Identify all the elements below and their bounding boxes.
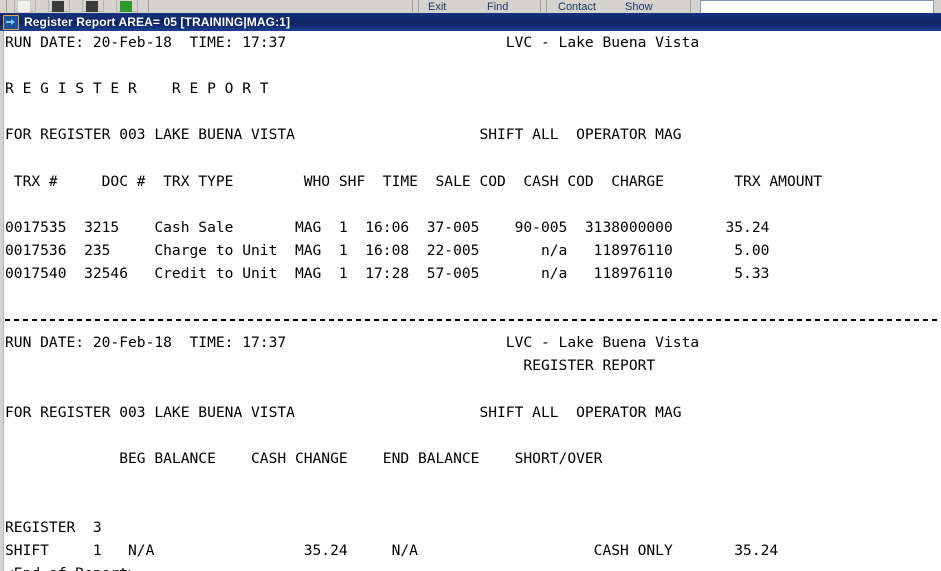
window-title-bar: Register Report AREA= 05 [TRAINING|MAG:1… bbox=[0, 13, 941, 31]
report-line-for-register-2: FOR REGISTER 003 LAKE BUENA VISTA SHIFT … bbox=[5, 403, 682, 421]
summary-column-headers: BEG BALANCE CASH CHANGE END BALANCE SHOR… bbox=[5, 449, 603, 467]
section-divider bbox=[5, 308, 941, 331]
report-line-run-date-2: RUN DATE: 20-Feb-18 TIME: 17:37 LVC - La… bbox=[5, 334, 700, 352]
stop-icon bbox=[52, 1, 64, 12]
check-icon bbox=[120, 1, 132, 12]
report-line-run-date-1: RUN DATE: 20-Feb-18 TIME: 17:37 LVC - La… bbox=[5, 34, 700, 51]
toolbar-separator bbox=[148, 0, 149, 12]
dashed-rule bbox=[5, 318, 941, 321]
window-title: Register Report AREA= 05 [TRAINING|MAG:1… bbox=[24, 15, 291, 29]
toolbar-separator bbox=[690, 0, 691, 12]
report-line-blank bbox=[5, 146, 941, 169]
report-line-blank bbox=[5, 285, 941, 308]
summary-row-register: REGISTER 3 bbox=[5, 518, 102, 536]
report-line-for-register-1: FOR REGISTER 003 LAKE BUENA VISTA SHIFT … bbox=[5, 126, 682, 144]
toolbar-separator bbox=[540, 0, 541, 12]
cursor-icon bbox=[18, 1, 30, 12]
register-report-window: Exit Find Contact Show Register Report A… bbox=[0, 0, 941, 571]
application-toolbar: Exit Find Contact Show bbox=[0, 0, 941, 14]
toolbar-show-label[interactable]: Show bbox=[625, 1, 653, 13]
report-column-headers: TRX # DOC # TRX TYPE WHO SHF TIME SALE C… bbox=[5, 172, 823, 190]
report-title-summary: REGISTER REPORT bbox=[5, 357, 656, 375]
summary-row-shift: SHIFT 1 N/A 35.24 N/A CASH ONLY 35.24 bbox=[5, 542, 779, 560]
end-of-report-marker: <End of Report> bbox=[5, 562, 941, 571]
report-line-blank bbox=[5, 424, 941, 447]
table-row: 0017536 235 Charge to Unit MAG 1 16:08 2… bbox=[5, 241, 770, 259]
toolbar-separator bbox=[412, 0, 413, 12]
toolbar-separator bbox=[418, 0, 419, 12]
toolbar-exit-label[interactable]: Exit bbox=[428, 1, 446, 13]
toolbar-find-label[interactable]: Find bbox=[487, 1, 508, 13]
register-report-window-icon bbox=[3, 14, 19, 30]
toolbar-separator bbox=[546, 0, 547, 12]
report-title-spaced: R E G I S T E R R E P O R T bbox=[5, 80, 269, 98]
table-row: 0017535 3215 Cash Sale MAG 1 16:06 37-00… bbox=[5, 218, 770, 236]
window-left-border bbox=[0, 31, 4, 571]
report-line-blank bbox=[5, 377, 941, 400]
pause-icon bbox=[86, 1, 98, 12]
report-line-blank bbox=[5, 100, 941, 123]
report-line-blank bbox=[5, 193, 941, 216]
report-text-area[interactable]: RUN DATE: 20-Feb-18 TIME: 17:37 LVC - La… bbox=[5, 31, 941, 571]
toolbar-search-field[interactable] bbox=[700, 0, 934, 13]
toolbar-contact-label[interactable]: Contact bbox=[558, 1, 596, 13]
report-line-blank bbox=[5, 470, 941, 493]
report-line-blank bbox=[5, 493, 941, 516]
report-line-blank bbox=[5, 54, 941, 77]
table-row: 0017540 32546 Credit to Unit MAG 1 17:28… bbox=[5, 264, 770, 282]
toolbar-separator bbox=[6, 0, 7, 12]
